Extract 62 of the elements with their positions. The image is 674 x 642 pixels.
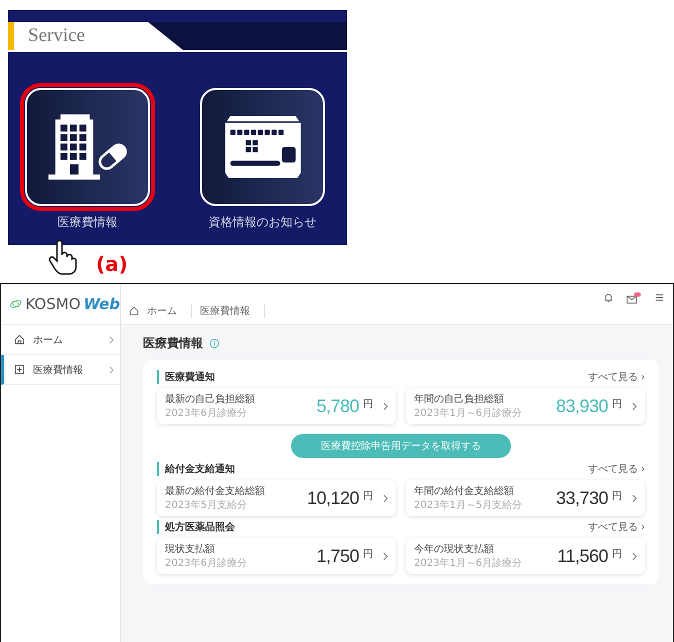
period-text: 2023年1月～5月支給分: [414, 498, 524, 512]
hand-pointer-icon: [48, 240, 78, 276]
chevron-icon: [632, 494, 637, 502]
amount-value: 1,750: [316, 546, 359, 566]
tile-label: 医療費情報: [58, 214, 118, 231]
mail-icon[interactable]: [626, 292, 642, 304]
summary-card[interactable]: 最新の自己負担総額 2023年6月診療分 5,780 円: [157, 388, 396, 424]
service-tile[interactable]: [200, 88, 325, 206]
chevron-icon: [109, 336, 114, 344]
period-text: 2023年6月診療分: [165, 556, 248, 570]
period-text: 2023年1月～6月診療分: [414, 556, 524, 570]
amount-value: 10,120: [306, 488, 359, 508]
summary-card[interactable]: 年間の給付金支給総額 2023年1月～5月支給分 33,730 円: [406, 480, 645, 516]
amount-label: 年間の自己負担総額: [414, 392, 505, 406]
amount-label: 最新の給付金支給総額: [165, 484, 266, 498]
breadcrumb-link[interactable]: ホーム: [147, 304, 192, 318]
amount-value: 83,930: [556, 396, 608, 416]
logo-text: KOSMO Web: [25, 295, 120, 313]
summary-card[interactable]: 現状支払額 2023年6月診療分 1,750 円: [157, 538, 396, 574]
figure-label: (a): [96, 252, 128, 276]
currency-unit: 円: [363, 398, 373, 411]
sidebar-item[interactable]: ホーム: [1, 325, 120, 355]
section-title: 医療費通知: [157, 370, 215, 384]
amount-label: 現状支払額: [165, 542, 216, 556]
breadcrumb-link[interactable]: 医療費情報: [200, 304, 265, 318]
chevron-icon: [383, 552, 388, 560]
period-text: 2023年6月診療分: [165, 406, 248, 420]
chevron-icon: [383, 402, 388, 410]
summary-card[interactable]: 年間の自己負担総額 2023年1月～6月診療分 83,930 円: [406, 388, 645, 424]
menu-icon[interactable]: [654, 292, 665, 303]
chevron-icon: [383, 494, 388, 502]
currency-unit: 円: [612, 398, 622, 411]
section-title: 給付金支給通知: [157, 462, 235, 476]
amount-label: 今年の現状支払額: [414, 542, 495, 556]
tile-label: 資格情報のお知らせ: [208, 214, 316, 231]
chevron-icon: [109, 366, 114, 374]
bell-icon[interactable]: [603, 292, 614, 303]
period-text: 2023年1月～6月診療分: [414, 406, 524, 420]
currency-unit: 円: [363, 548, 373, 561]
page-title: 医療費情報: [143, 335, 203, 352]
summary-card[interactable]: 今年の現状支払額 2023年1月～6月診療分 11,560 円: [406, 538, 645, 574]
chevron-icon: [632, 552, 637, 560]
amount-label: 年間の給付金支給総額: [414, 484, 515, 498]
currency-unit: 円: [363, 490, 373, 503]
plus-square-icon: [14, 364, 25, 375]
period-text: 2023年5月支給分: [165, 498, 248, 512]
amount-value: 5,780: [316, 396, 359, 416]
see-all-link[interactable]: すべて見る ›: [588, 520, 645, 534]
section-header: Service: [8, 22, 183, 50]
see-all-link[interactable]: すべて見る ›: [588, 462, 645, 476]
section-title: 処方医薬品照会: [157, 520, 235, 534]
chevron-icon: [632, 402, 637, 410]
amount-value: 11,560: [557, 546, 608, 566]
see-all-link[interactable]: すべて見る ›: [588, 370, 645, 384]
amount-label: 最新の自己負担総額: [165, 392, 256, 406]
currency-unit: 円: [612, 490, 622, 503]
home-icon: [129, 306, 139, 316]
sidebar-item[interactable]: 医療費情報: [1, 355, 120, 385]
home-icon: [14, 334, 25, 345]
summary-card[interactable]: 最新の給付金支給総額 2023年5月支給分 10,120 円: [157, 480, 396, 516]
currency-unit: 円: [612, 548, 622, 561]
amount-value: 33,730: [556, 488, 608, 508]
